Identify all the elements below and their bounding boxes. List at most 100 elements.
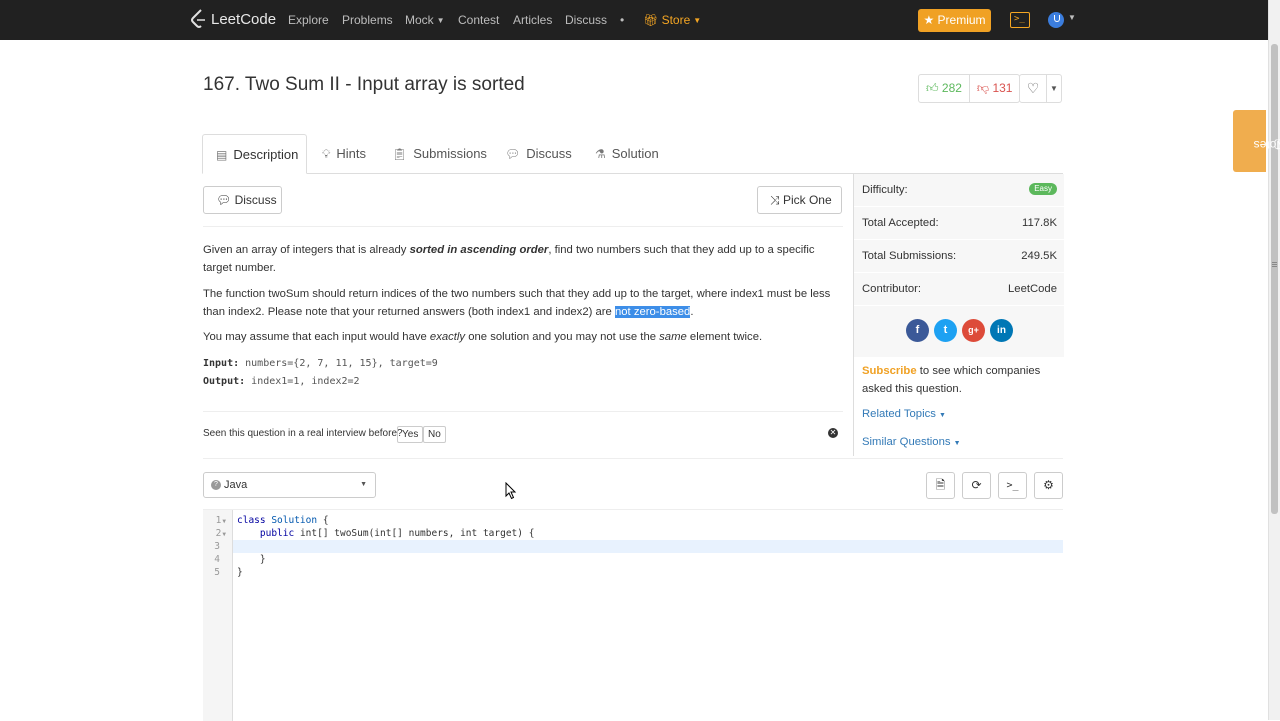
nav-discuss[interactable]: Discuss xyxy=(565,13,607,27)
similar-questions-toggle[interactable]: Similar Questions ▼ xyxy=(862,433,961,453)
description-paragraph-1: Given an array of integers that is alrea… xyxy=(203,241,833,277)
chevron-down-icon: ▼ xyxy=(939,412,946,419)
active-line-highlight xyxy=(233,540,1063,553)
text: one solution and you may not use the xyxy=(465,331,660,343)
chevron-down-icon: ▼ xyxy=(953,440,961,447)
scrollbar-grip xyxy=(1272,262,1277,263)
gift-icon: 🎁︎ xyxy=(643,13,659,27)
line-gutter: 1▼ 2▼ 3 4 5 xyxy=(203,510,233,721)
close-icon[interactable]: ✕ xyxy=(828,428,838,438)
nav-explore[interactable]: Explore xyxy=(288,13,329,27)
nav-mock-label: Mock xyxy=(405,13,434,27)
star-icon: ★ xyxy=(923,13,935,27)
vote-group: 👍︎ 282 👎︎ 131 xyxy=(918,74,1021,103)
emphasis-text: exactly xyxy=(429,331,466,343)
code-line: } xyxy=(237,567,243,578)
output-value: index1=1, index2=2 xyxy=(245,376,360,387)
console-button[interactable]: >_ xyxy=(998,472,1027,499)
chevron-down-icon[interactable]: ▼ xyxy=(1068,13,1076,22)
divider xyxy=(203,226,843,227)
output-label: Output: xyxy=(203,376,246,387)
file-code-icon: 🗎︎ xyxy=(935,478,946,492)
fold-arrow-icon[interactable]: ▼ xyxy=(222,531,226,538)
interview-yes-button[interactable]: Yes xyxy=(397,426,424,443)
thumbs-down-icon: 👎︎ xyxy=(976,81,990,95)
linkedin-icon[interactable]: in xyxy=(990,319,1013,342)
line-number: 2▼ xyxy=(216,528,226,539)
tab-label: Description xyxy=(233,147,299,162)
nav-problems[interactable]: Problems xyxy=(342,13,393,27)
chevron-down-icon: ▼ xyxy=(693,16,702,25)
chevron-down-icon: ▼ xyxy=(1050,84,1058,93)
notes-label: Notes xyxy=(1253,138,1280,152)
settings-button[interactable]: ⚙ xyxy=(1034,472,1063,499)
divider xyxy=(203,458,1063,459)
pick-one-button[interactable]: ⤨ Pick One xyxy=(757,186,842,214)
comment-icon: 💬︎ xyxy=(216,193,232,207)
shuffle-icon: ⤨ xyxy=(770,193,780,207)
line-number-text: 2 xyxy=(215,528,222,539)
terminal-icon: >_ xyxy=(1006,480,1019,491)
contributor-label: Contributor: xyxy=(862,283,922,295)
tab-hints[interactable]: 💡︎ Hints xyxy=(322,134,366,174)
page-title: 167. Two Sum II - Input array is sorted xyxy=(203,74,525,95)
favorite-dropdown-button[interactable]: ▼ xyxy=(1047,74,1062,103)
discuss-button[interactable]: 💬︎ Discuss xyxy=(203,186,282,214)
file-icon-button[interactable]: 🗎︎ xyxy=(926,472,955,499)
nav-contest[interactable]: Contest xyxy=(458,13,499,27)
power-icon[interactable] xyxy=(1048,12,1064,28)
nav-articles[interactable]: Articles xyxy=(513,13,552,27)
lightbulb-icon: 💡︎ xyxy=(322,147,331,161)
reset-button[interactable]: ⟳ xyxy=(962,472,991,499)
upvote-count: 282 xyxy=(941,81,962,95)
contributor-value[interactable]: LeetCode xyxy=(1008,273,1057,306)
leetcode-logo-icon xyxy=(191,9,205,28)
scrollbar-thumb[interactable] xyxy=(1271,44,1278,514)
brand-name: LeetCode xyxy=(211,10,277,28)
tab-submissions[interactable]: 📋︎ Submissions xyxy=(392,134,487,174)
similar-questions-label: Similar Questions xyxy=(862,436,951,448)
contributor-row: Contributor: LeetCode xyxy=(854,273,1064,306)
related-topics-toggle[interactable]: Related Topics ▼ xyxy=(862,405,946,425)
fold-arrow-icon[interactable]: ▼ xyxy=(222,518,226,525)
chevron-down-icon: ▼ xyxy=(436,16,445,25)
difficulty-label: Difficulty: xyxy=(862,184,908,196)
tab-discuss[interactable]: 💬︎ Discuss xyxy=(505,134,572,174)
nav-mock[interactable]: Mock ▼ xyxy=(405,13,445,27)
code-editor[interactable]: 1▼ 2▼ 3 4 5 class Solution { public int[… xyxy=(203,509,1063,721)
page-scrollbar[interactable] xyxy=(1268,0,1280,720)
tab-label: Hints xyxy=(336,146,367,161)
code-text: int[] twoSum(int[] numbers, int target) … xyxy=(294,528,535,539)
interview-no-button[interactable]: No xyxy=(423,426,446,443)
premium-button[interactable]: ★ Premium xyxy=(918,9,991,32)
language-select[interactable]: ? Java ▼ xyxy=(203,472,376,498)
google-plus-icon[interactable]: g+ xyxy=(962,319,985,342)
text: You may assume that each input would hav… xyxy=(203,331,430,343)
notes-tab[interactable]: ▢ Notes xyxy=(1233,110,1280,172)
class-name: Solution xyxy=(265,515,318,526)
nav-store[interactable]: 🎁︎ Store ▼ xyxy=(643,13,701,27)
code-line: public int[] twoSum(int[] numbers, int t… xyxy=(237,528,535,539)
submissions-row: Total Submissions: 249.5K xyxy=(854,240,1064,273)
downvote-button[interactable]: 👎︎ 131 xyxy=(969,74,1021,103)
favorite-button[interactable]: ♡ xyxy=(1019,74,1047,103)
tab-label: Submissions xyxy=(413,146,487,161)
code-line: } xyxy=(237,554,266,565)
tab-solution[interactable]: ⚗︎ Solution xyxy=(595,134,659,174)
submissions-label: Total Submissions: xyxy=(862,250,957,262)
twitter-icon[interactable]: t xyxy=(934,319,957,342)
comments-icon: 💬︎ xyxy=(505,147,521,161)
heart-icon: ♡ xyxy=(1026,80,1040,96)
facebook-icon[interactable]: f xyxy=(906,319,929,342)
subscribe-link[interactable]: Subscribe xyxy=(862,365,917,377)
leetcode-logo[interactable]: LeetCode xyxy=(190,9,276,29)
thumbs-up-icon: 👍︎ xyxy=(926,81,939,95)
terminal-icon[interactable]: >_ xyxy=(1010,12,1030,28)
upvote-button[interactable]: 👍︎ 282 xyxy=(918,74,970,103)
mouse-cursor-icon xyxy=(505,482,517,500)
description-paragraph-3: You may assume that each input would hav… xyxy=(203,328,833,346)
tab-description[interactable]: ▤ Description xyxy=(202,134,307,174)
accepted-label: Total Accepted: xyxy=(862,217,939,229)
code-text: { xyxy=(317,515,329,526)
